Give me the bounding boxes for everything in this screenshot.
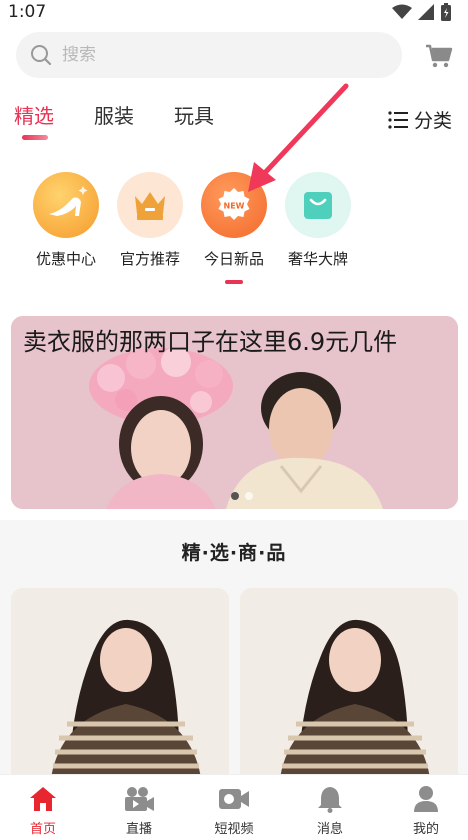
status-bar: 1:07	[0, 0, 468, 26]
search-bar[interactable]	[16, 32, 402, 78]
quick-entry-discount-center[interactable]: 优惠中心	[25, 172, 107, 269]
crown-icon	[135, 192, 165, 220]
live-camera-icon	[125, 787, 154, 811]
status-time: 1:07	[8, 2, 47, 22]
banner-dot	[231, 492, 239, 500]
nav-profile[interactable]: 我的	[386, 783, 466, 837]
quick-entry-label: 优惠中心	[35, 250, 96, 268]
banner-title: 卖衣服的那两口子在这里6.9元几件	[23, 328, 398, 356]
product-image	[240, 588, 458, 778]
quick-entry-label: 今日新品	[203, 250, 264, 268]
nav-label: 直播	[125, 822, 152, 837]
home-icon	[30, 787, 56, 811]
nav-label: 消息	[316, 822, 343, 837]
banner-dot	[245, 492, 253, 500]
quick-entry-official-picks[interactable]: 官方推荐	[109, 172, 191, 269]
category-button[interactable]: 分类	[388, 106, 452, 133]
quick-entry-page-indicator	[225, 280, 243, 284]
wifi-icon	[392, 4, 412, 19]
category-label: 分类	[413, 110, 452, 132]
quick-entry-label: 奢华大牌	[287, 250, 348, 268]
pointer-arrow	[248, 83, 349, 192]
product-card[interactable]	[240, 588, 458, 778]
bell-icon	[318, 787, 342, 813]
tab-featured[interactable]: 精选	[14, 100, 54, 129]
cart-icon[interactable]	[424, 40, 454, 70]
nav-live[interactable]: 直播	[99, 783, 179, 837]
high-heel-icon	[49, 186, 88, 216]
search-input[interactable]	[62, 45, 362, 65]
tab-toys[interactable]: 玩具	[174, 100, 214, 129]
banner-pagination	[231, 492, 253, 500]
tab-clothing[interactable]: 服装	[94, 100, 134, 129]
quick-entry-label: 官方推荐	[119, 250, 180, 268]
nav-label: 短视频	[214, 822, 254, 837]
promo-banner[interactable]: 卖衣服的那两口子在这里6.9元几件	[11, 316, 458, 509]
video-icon	[219, 789, 249, 809]
nav-home[interactable]: 首页	[3, 783, 83, 837]
new-badge-text: NEW	[224, 202, 245, 211]
product-grid	[0, 584, 468, 778]
nav-short-video[interactable]: 短视频	[194, 783, 274, 837]
search-icon	[31, 45, 52, 66]
user-icon	[414, 786, 438, 812]
list-icon	[388, 110, 408, 129]
product-card[interactable]	[11, 588, 229, 778]
battery-icon	[441, 3, 451, 21]
bottom-nav: 首页 直播 短视频 消息 我的	[0, 774, 468, 840]
section-title: 精·选·商·品	[181, 542, 287, 564]
active-tab-indicator	[22, 135, 48, 140]
nav-label: 首页	[29, 822, 56, 837]
nav-label: 我的	[412, 822, 439, 837]
signal-icon	[418, 4, 434, 20]
product-image	[11, 588, 229, 778]
nav-messages[interactable]: 消息	[290, 783, 370, 837]
status-icons	[392, 3, 452, 21]
